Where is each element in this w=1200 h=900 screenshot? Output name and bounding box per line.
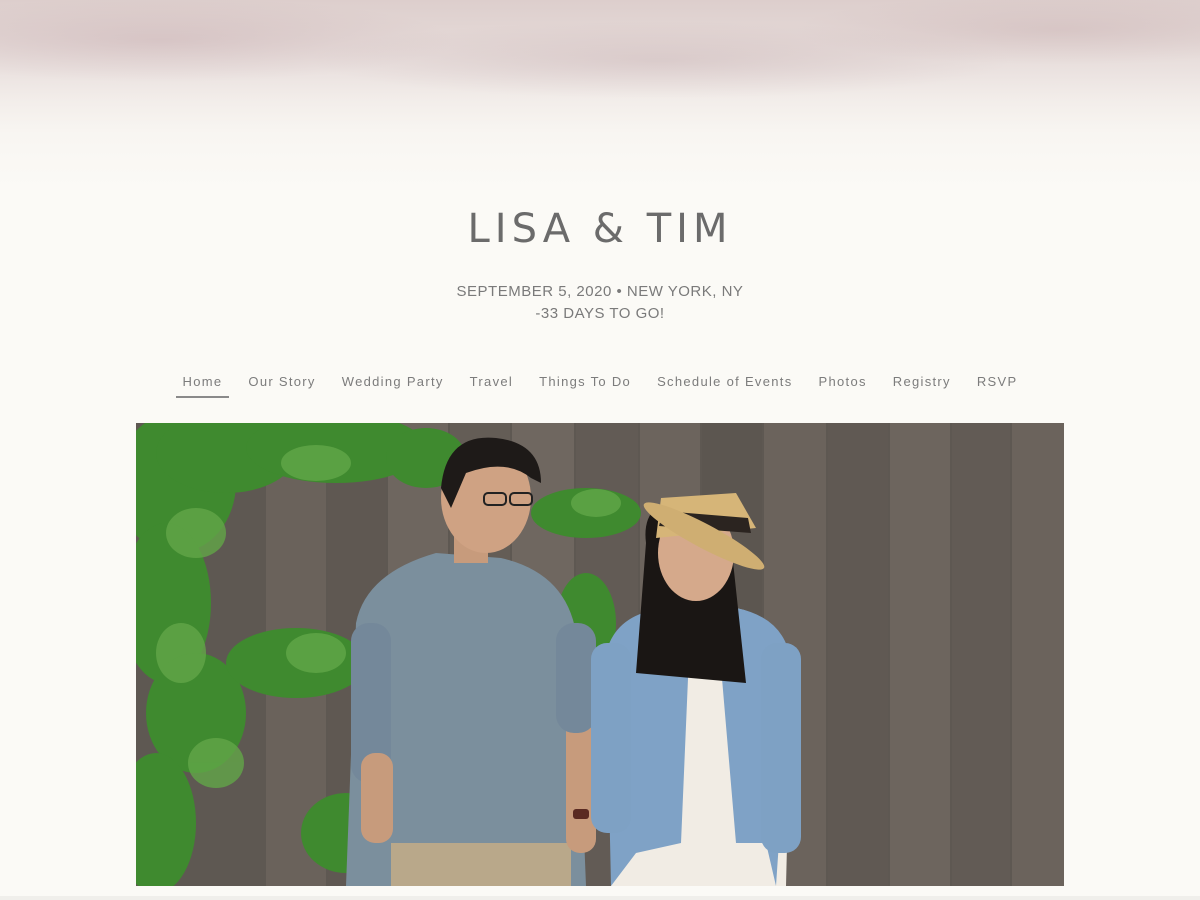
nav-things-to-do[interactable]: Things To Do [532,370,638,396]
nav-registry[interactable]: Registry [886,370,958,396]
nav-schedule-of-events[interactable]: Schedule of Events [650,370,799,396]
date-location: SEPTEMBER 5, 2020 • NEW YORK, NY [456,283,744,300]
main-nav: Home Our Story Wedding Party Travel Thin… [0,370,1200,398]
nav-wedding-party[interactable]: Wedding Party [335,370,451,396]
watercolor-banner [0,0,1200,200]
nav-travel[interactable]: Travel [463,370,520,396]
event-info: SEPTEMBER 5, 2020 • NEW YORK, NY -33 DAY… [0,281,1200,325]
nav-home[interactable]: Home [175,370,230,398]
page-title: LISA & TIM [467,206,733,252]
page-divider [0,896,1200,900]
wedding-page: LISA & TIM SEPTEMBER 5, 2020 • NEW YORK,… [0,0,1200,900]
nav-rsvp[interactable]: RSVP [970,370,1025,396]
nav-photos[interactable]: Photos [812,370,874,396]
couple-photo-illustration [136,423,1064,886]
nav-our-story[interactable]: Our Story [241,370,322,396]
hero-photo [136,423,1064,886]
countdown: -33 DAYS TO GO! [535,305,665,322]
